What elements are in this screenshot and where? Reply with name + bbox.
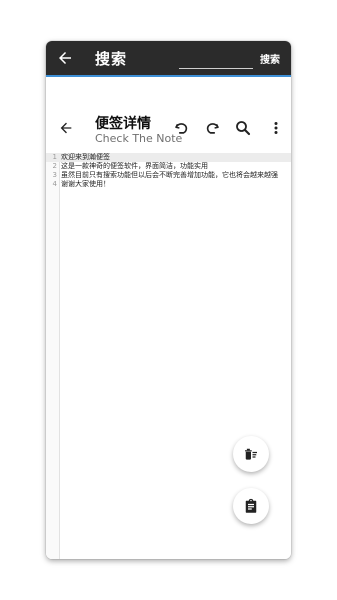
editor-line[interactable]: 1 欢迎来到瀚便签 [46,153,291,162]
line-number: 1 [52,153,57,161]
more-vert-icon[interactable] [267,119,285,137]
search-input[interactable] [179,50,253,69]
note-toolbar: 便签详情 Check The Note [46,107,291,151]
line-number: 3 [52,171,57,179]
clipboard-icon [245,498,257,513]
back-icon[interactable] [58,120,74,136]
note-subtitle: Check The Note [95,132,183,145]
line-number: 2 [52,162,57,170]
search-title: 搜索 [95,50,128,68]
line-number-gutter [46,153,60,559]
line-number: 4 [52,180,57,188]
redo-icon[interactable] [203,119,221,137]
undo-icon[interactable] [173,119,191,137]
app-window: 搜索 搜索 便签详情 Check The Note 1 欢迎来到瀚便签 2 这是… [46,41,291,559]
search-bar: 搜索 搜索 [46,41,291,77]
note-title: 便签详情 [95,116,151,132]
line-text[interactable]: 虽然目前只有搜索功能但以后会不断完善增加功能，它也将会越来越强 [61,171,278,180]
back-arrow-icon[interactable] [56,49,74,67]
editor-line[interactable]: 4 谢谢大家使用！ [46,180,291,189]
search-icon[interactable] [234,119,252,137]
editor-line[interactable]: 2 这是一款神奇的便签软件，界面简洁，功能实用 [46,162,291,171]
delete-sweep-icon [245,448,257,460]
line-text[interactable]: 欢迎来到瀚便签 [61,153,110,162]
line-text[interactable]: 这是一款神奇的便签软件，界面简洁，功能实用 [61,162,208,171]
line-text[interactable]: 谢谢大家使用！ [61,180,110,189]
paste-button[interactable] [233,488,269,524]
editor-line[interactable]: 3 虽然目前只有搜索功能但以后会不断完善增加功能，它也将会越来越强 [46,171,291,180]
search-submit-button[interactable]: 搜索 [260,51,280,66]
clear-note-button[interactable] [233,436,269,472]
